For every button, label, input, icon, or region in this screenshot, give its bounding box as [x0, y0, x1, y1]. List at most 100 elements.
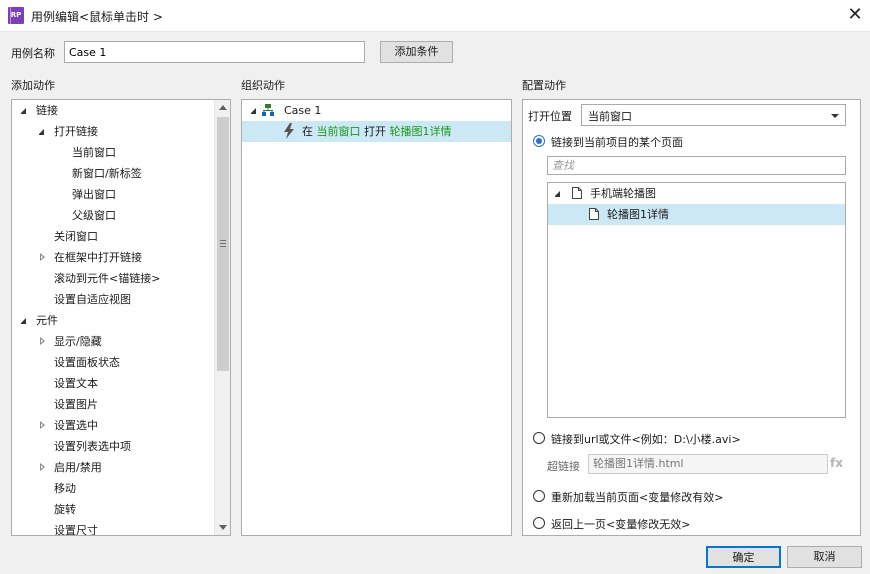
action-tree-item-label: 设置选中: [54, 419, 98, 432]
action-tree-item-label: 设置图片: [54, 398, 98, 411]
action-tree-item-label: 链接: [36, 104, 58, 117]
fx-icon[interactable]: fx: [830, 456, 843, 470]
hyperlink-label: 超链接: [547, 460, 580, 473]
action-tree-item-label: 关闭窗口: [54, 230, 98, 243]
action-tree-item[interactable]: 设置面板状态: [12, 352, 214, 373]
page-tree-page-label: 轮播图1详情: [607, 208, 669, 221]
close-icon[interactable]: ✕: [840, 0, 870, 31]
collapsed-triangle-icon[interactable]: [40, 337, 45, 345]
case-hierarchy-icon: [262, 104, 274, 116]
add-actions-heading: 添加动作: [11, 79, 55, 92]
lightning-bolt-icon: [284, 123, 294, 139]
expanded-triangle-icon[interactable]: [250, 108, 256, 114]
action-tree-item[interactable]: 移动: [12, 478, 214, 499]
case-name-input[interactable]: [64, 41, 365, 63]
radio-link-url[interactable]: [533, 432, 545, 444]
case-label: Case 1: [284, 104, 322, 117]
add-condition-button[interactable]: 添加条件: [380, 41, 453, 63]
action-tree-item[interactable]: 当前窗口: [12, 142, 214, 163]
action-tree-item-label: 启用/禁用: [54, 461, 102, 474]
action-tree-item-label: 显示/隐藏: [54, 335, 102, 348]
action-description: 在 当前窗口 打开 轮播图1详情: [302, 121, 452, 142]
radio-reload-page-label[interactable]: 重新加载当前页面<变量修改有效>: [551, 489, 723, 505]
action-tree-item[interactable]: 关闭窗口: [12, 226, 214, 247]
action-tree-item[interactable]: 滚动到元件<锚链接>: [12, 268, 214, 289]
action-tree-item-label: 新窗口/新标签: [72, 167, 142, 180]
action-row-selected[interactable]: 在 当前窗口 打开 轮播图1详情: [242, 121, 511, 142]
open-in-label: 打开位置: [528, 110, 572, 123]
title-bar: RP 用例编辑<鼠标单击时 > ✕: [0, 0, 870, 32]
action-tree-item[interactable]: 设置图片: [12, 394, 214, 415]
action-target: 当前窗口: [316, 125, 361, 138]
page-tree-page-row-selected[interactable]: 轮播图1详情: [548, 204, 845, 225]
expanded-triangle-icon[interactable]: [38, 129, 44, 135]
action-verb: 打开: [364, 125, 386, 138]
action-tree-item-label: 设置面板状态: [54, 356, 120, 369]
collapsed-triangle-icon[interactable]: [40, 463, 45, 471]
action-tree-item[interactable]: 打开链接: [12, 121, 214, 142]
action-prefix: 在: [302, 125, 313, 138]
add-actions-panel: 链接打开链接当前窗口新窗口/新标签 弹出窗口父级窗口关闭窗口在框架中打开链接滚动到…: [11, 99, 231, 536]
radio-go-back[interactable]: [533, 517, 545, 529]
action-tree-item[interactable]: 设置选中: [12, 415, 214, 436]
radio-reload-page[interactable]: [533, 490, 545, 502]
action-tree-item-label: 当前窗口: [72, 146, 116, 159]
radio-link-page-label[interactable]: 链接到当前项目的某个页面: [551, 134, 683, 150]
action-tree-item-label: 移动: [54, 482, 76, 495]
page-search-input[interactable]: 查找: [547, 156, 846, 175]
action-tree-item[interactable]: 链接: [12, 100, 214, 121]
scroll-up-arrow-icon[interactable]: [219, 105, 227, 110]
axure-app-icon: RP: [8, 7, 24, 24]
action-tree-item[interactable]: 元件: [12, 310, 214, 331]
open-in-value: 当前窗口: [588, 110, 632, 123]
configure-actions-panel: 打开位置 当前窗口 链接到当前项目的某个页面 查找 手机端轮播图 轮播图1详情 …: [522, 99, 861, 536]
hyperlink-input[interactable]: 轮播图1详情.html: [588, 454, 828, 474]
collapsed-triangle-icon[interactable]: [40, 421, 45, 429]
action-tree-item-label: 设置文本: [54, 377, 98, 390]
action-tree-item[interactable]: 旋转: [12, 499, 214, 520]
page-tree: 手机端轮播图 轮播图1详情: [547, 182, 846, 418]
action-tree-item[interactable]: 设置列表选中项: [12, 436, 214, 457]
scroll-down-arrow-icon[interactable]: [219, 525, 227, 530]
action-tree-item-label: 元件: [36, 314, 58, 327]
action-tree-item[interactable]: 设置尺寸: [12, 520, 214, 535]
radio-link-url-label[interactable]: 链接到url或文件<例如：D:\小楼.avi>: [551, 431, 741, 447]
action-tree-item-label: 设置列表选中项: [54, 440, 131, 453]
ok-button[interactable]: 确定: [706, 546, 781, 568]
action-tree-item-label: 设置自适应视图: [54, 293, 131, 306]
action-tree-item[interactable]: 弹出窗口: [12, 184, 214, 205]
scroll-thumb[interactable]: [217, 117, 229, 371]
page-tree-folder-row[interactable]: 手机端轮播图: [548, 183, 845, 204]
actions-scrollbar[interactable]: [214, 100, 230, 535]
action-tree-item-label: 弹出窗口: [72, 188, 116, 201]
action-tree-item[interactable]: 启用/禁用: [12, 457, 214, 478]
expanded-triangle-icon[interactable]: [20, 108, 26, 114]
expanded-triangle-icon[interactable]: [554, 191, 560, 197]
radio-go-back-label[interactable]: 返回上一页<变量修改无效>: [551, 516, 690, 532]
organize-actions-heading: 组织动作: [241, 79, 285, 92]
case-row[interactable]: Case 1: [242, 100, 511, 121]
collapsed-triangle-icon[interactable]: [40, 253, 45, 261]
case-name-label: 用例名称: [11, 47, 55, 60]
action-tree-item[interactable]: 新窗口/新标签: [12, 163, 214, 184]
action-tree-item-label: 打开链接: [54, 125, 98, 138]
expanded-triangle-icon[interactable]: [20, 318, 26, 324]
action-page: 轮播图1详情: [389, 125, 452, 138]
radio-link-page[interactable]: [533, 135, 545, 147]
action-tree-item[interactable]: 设置文本: [12, 373, 214, 394]
action-tree-item-label: 在框架中打开链接: [54, 251, 142, 264]
page-tree-folder-label: 手机端轮播图: [590, 187, 656, 200]
action-tree-item[interactable]: 父级窗口: [12, 205, 214, 226]
action-tree-item[interactable]: 显示/隐藏: [12, 331, 214, 352]
action-tree-item-label: 滚动到元件<锚链接>: [54, 272, 161, 285]
page-document-icon: [589, 208, 599, 220]
chevron-down-icon: [831, 114, 839, 118]
cancel-button[interactable]: 取消: [787, 546, 862, 568]
grip-icon: [220, 240, 226, 247]
action-tree-item[interactable]: 设置自适应视图: [12, 289, 214, 310]
open-in-select[interactable]: 当前窗口: [581, 104, 846, 126]
action-tree-item[interactable]: 在框架中打开链接: [12, 247, 214, 268]
action-tree-item-label: 父级窗口: [72, 209, 116, 222]
window-title: 用例编辑<鼠标单击时 >: [31, 10, 163, 24]
page-document-icon: [572, 187, 582, 199]
